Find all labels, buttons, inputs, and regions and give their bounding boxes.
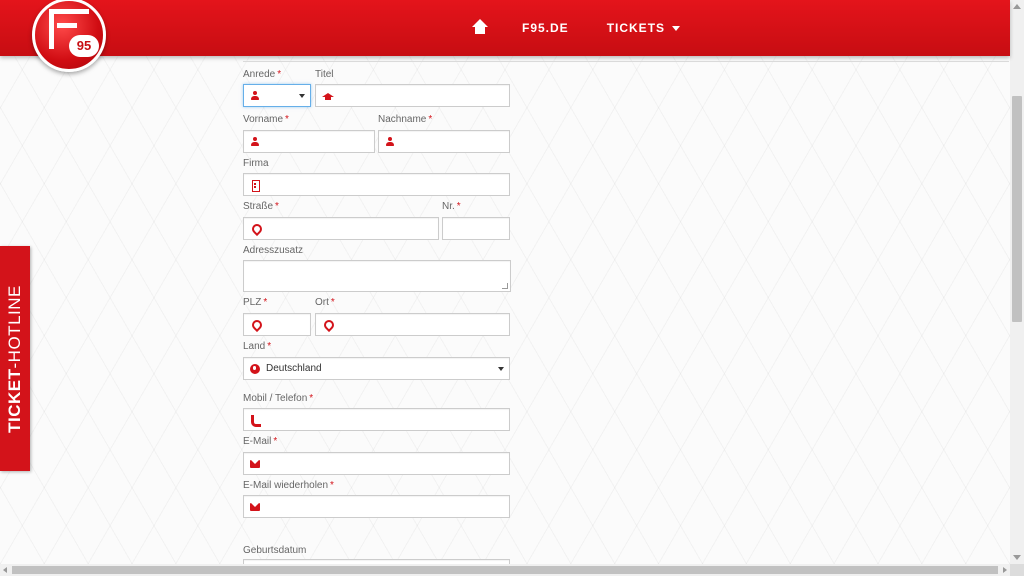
adresszusatz-textarea[interactable] [243,260,511,292]
registration-form: Anrede * Titel Vorname * Nachname * Firma S… [243,56,1009,564]
person-icon [250,91,260,101]
strasse-input[interactable] [266,218,434,239]
vertical-scrollbar[interactable] [1010,0,1024,564]
home-icon[interactable] [470,19,490,37]
scroll-down-arrow-icon[interactable] [1013,555,1021,560]
email-repeat-label: E-Mail wiederholen * [243,480,334,491]
person-icon [385,137,395,147]
ort-field[interactable] [315,313,510,336]
phone-icon [250,415,261,427]
email-label: E-Mail * [243,436,278,447]
person-icon [250,137,260,147]
ort-label: Ort * [315,297,335,308]
strasse-label: Straße * [243,201,279,212]
mobil-field[interactable] [243,408,510,431]
nr-label: Nr. * [442,201,461,212]
main-nav: F95.DE TICKETS [470,0,718,56]
chevron-down-icon [498,367,504,371]
resize-handle-icon[interactable] [502,283,508,289]
land-selected-value: Deutschland [266,363,322,374]
firma-label: Firma [243,158,269,169]
adresszusatz-label: Adresszusatz [243,245,304,256]
nav-tickets-label: TICKETS [606,21,666,35]
email-repeat-field[interactable] [243,495,510,518]
scrollbar-corner [1010,564,1024,576]
email-field[interactable] [243,452,510,475]
land-select[interactable]: Deutschland [243,357,510,380]
nav-dropdown-tickets[interactable]: TICKETS [606,21,681,35]
geburtsdatum-label: Geburtsdatum [243,545,307,556]
vorname-field[interactable] [243,130,375,153]
email-input[interactable] [266,453,505,474]
firma-input[interactable] [266,174,505,195]
nr-field[interactable] [442,217,510,240]
scroll-left-arrow-icon[interactable] [3,567,7,573]
vertical-scroll-thumb[interactable] [1012,96,1022,322]
email-repeat-input[interactable] [266,496,505,517]
vorname-label: Vorname * [243,114,289,125]
scroll-up-arrow-icon[interactable] [1013,4,1021,9]
titel-input[interactable] [338,85,505,106]
envelope-icon [250,502,260,512]
ticket-hotline-label: TICKET-HOTLINE [5,284,25,433]
map-pin-icon [250,224,260,234]
anrede-select[interactable] [243,84,311,107]
plz-field[interactable] [243,313,311,336]
envelope-icon [250,459,260,469]
nachname-input[interactable] [401,131,505,152]
nav-link-f95-label: F95.DE [522,21,569,35]
globe-icon [250,364,260,374]
caret-down-icon [672,25,681,31]
mobil-input[interactable] [266,409,505,430]
titel-label: Titel [315,69,334,80]
nr-input[interactable] [447,218,505,239]
titel-field[interactable] [315,84,510,107]
strasse-field[interactable] [243,217,439,240]
firma-field[interactable] [243,173,510,196]
horizontal-scroll-thumb[interactable] [12,566,998,574]
vorname-input[interactable] [266,131,370,152]
ort-input[interactable] [338,314,505,335]
top-navigation-bar: F95.DE TICKETS [0,0,1010,56]
land-label: Land * [243,341,272,352]
nachname-field[interactable] [378,130,510,153]
ticket-hotline-tab[interactable]: TICKET-HOTLINE [0,246,30,471]
plz-input[interactable] [266,314,306,335]
scroll-right-arrow-icon[interactable] [1003,567,1007,573]
map-pin-icon [250,320,260,330]
logo-number: 95 [69,35,99,57]
plz-label: PLZ * [243,297,268,308]
chevron-down-icon [299,94,305,98]
building-icon [250,180,260,192]
horizontal-scrollbar[interactable] [0,564,1010,576]
graduation-cap-icon [322,91,334,101]
nachname-label: Nachname * [378,114,433,125]
map-pin-icon [322,320,332,330]
mobil-label: Mobil / Telefon * [243,393,314,404]
anrede-label: Anrede * [243,69,282,80]
divider [243,61,1009,62]
nav-link-f95[interactable]: F95.DE [522,21,569,35]
club-logo[interactable]: 95 [32,0,106,72]
